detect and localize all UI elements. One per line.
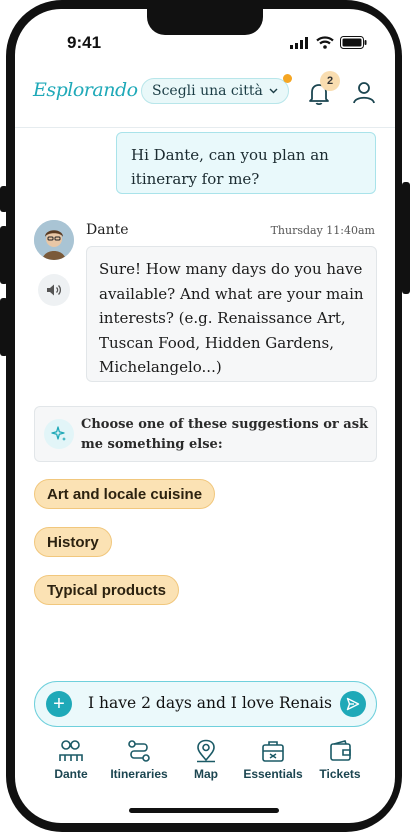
tab-itineraries[interactable]: Itineraries	[104, 739, 174, 781]
suggestion-chip-typical-products[interactable]: Typical products	[34, 575, 179, 605]
suggestions-prompt-card: Choose one of these suggestions or ask m…	[34, 406, 377, 462]
route-icon	[128, 740, 150, 762]
suggestion-chip-art-cuisine[interactable]: Art and locale cuisine	[34, 479, 216, 509]
city-selector-label: Scegli una città	[152, 83, 263, 99]
battery-icon	[340, 36, 367, 49]
tab-label-essentials: Essentials	[243, 767, 303, 781]
tab-essentials[interactable]: Essentials	[238, 739, 308, 781]
wifi-icon	[316, 36, 334, 49]
message-input[interactable]: I have 2 days and I love Renaiss...	[88, 694, 332, 712]
user-message: Hi Dante, can you plan an itinerary for …	[116, 132, 376, 194]
notification-badge: 2	[320, 71, 340, 91]
map-pin-icon	[197, 739, 215, 763]
suggestions-prompt: Choose one of these suggestions or ask m…	[81, 417, 369, 452]
tab-dante[interactable]: Dante	[36, 739, 106, 781]
tab-label-map: Map	[194, 767, 218, 781]
add-attachment-button[interactable]: +	[46, 691, 72, 717]
status-time: 9:41	[67, 33, 102, 52]
suggestion-chip-history[interactable]: History	[34, 527, 112, 557]
tab-label-tickets: Tickets	[319, 767, 361, 781]
message-input-bar: + I have 2 days and I love Renaiss...	[34, 681, 377, 727]
sparkle-icon	[44, 419, 74, 449]
tab-label-dante: Dante	[54, 767, 88, 781]
power-button	[402, 182, 410, 294]
assistant-name: Dante	[86, 222, 129, 238]
tab-label-itineraries: Itineraries	[110, 767, 168, 781]
signal-icon	[290, 36, 308, 49]
app-logo: Esplorando	[33, 79, 138, 101]
city-notification-dot	[282, 74, 292, 83]
chevron-down-icon	[269, 88, 278, 94]
tab-tickets[interactable]: Tickets	[305, 739, 375, 781]
bottom-tab-bar: Dante Itineraries Map Essentials Tickets	[15, 739, 395, 794]
plus-icon: +	[53, 693, 65, 715]
phone-frame: 9:41 Esplorando Scegli una città 2 Hi Da…	[0, 0, 410, 832]
message-timestamp: Thursday 11:40am	[270, 224, 375, 237]
city-selector[interactable]: Scegli una città	[141, 74, 292, 104]
dante-avatar	[34, 220, 74, 260]
home-indicator	[129, 808, 279, 813]
bag-icon	[262, 741, 284, 762]
app-header: Esplorando Scegli una città 2	[15, 65, 395, 128]
speaker-icon	[47, 284, 62, 296]
send-button[interactable]	[340, 691, 366, 717]
wallet-icon	[330, 740, 351, 761]
speaker-button[interactable]	[38, 274, 70, 306]
assistant-message: Sure! How many days do you have availabl…	[86, 246, 377, 382]
dante-icon	[59, 740, 83, 761]
tab-map[interactable]: Map	[171, 739, 241, 781]
send-icon	[346, 697, 360, 711]
user-profile-icon[interactable]	[351, 79, 377, 105]
notch	[147, 9, 263, 35]
app-screen: 9:41 Esplorando Scegli una città 2 Hi Da…	[15, 9, 395, 823]
